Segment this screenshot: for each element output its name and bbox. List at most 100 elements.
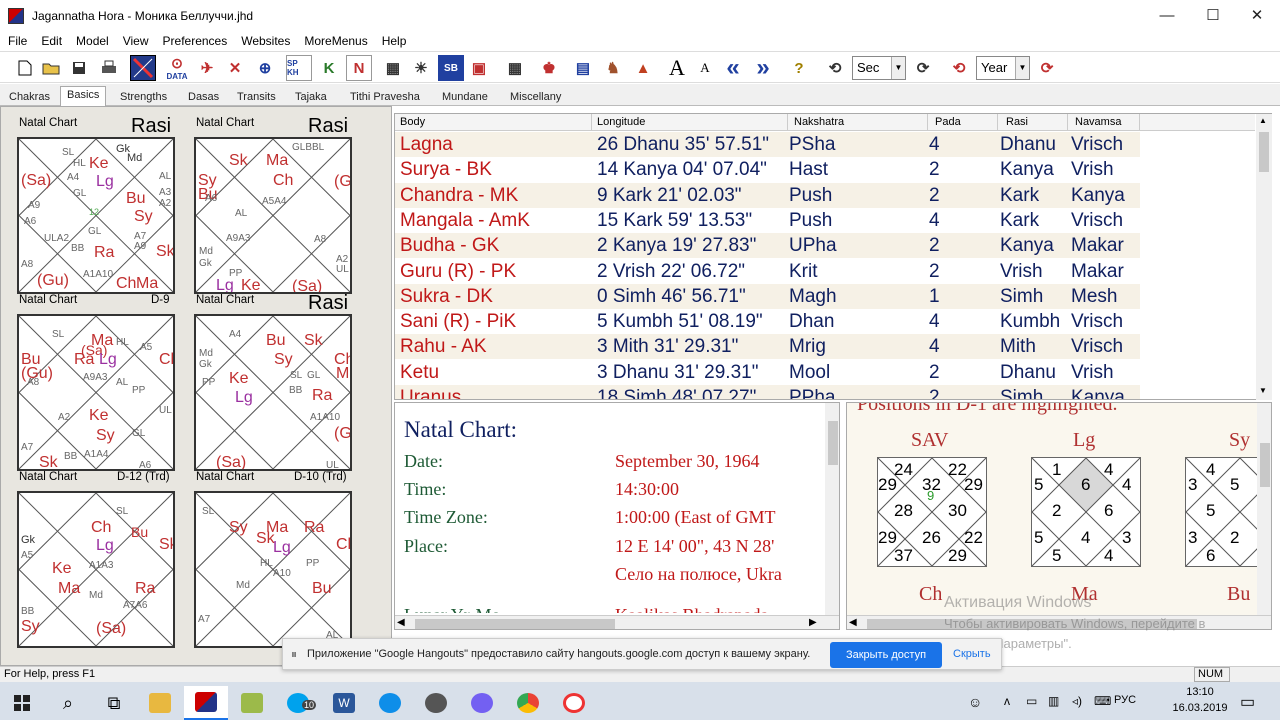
save-icon[interactable] [66, 55, 92, 81]
stop-sharing-button[interactable]: Закрыть доступ [830, 642, 942, 668]
maximize-button[interactable]: ☐ [1190, 0, 1236, 32]
north-indian-chart[interactable]: Ke Lg Gk Md (Sa) SL HL A4 GL AL A3 A2 Bu Sy A9 A6 12 GL A7… [17, 137, 175, 294]
font-decrease-icon[interactable]: A [692, 55, 718, 81]
table-row[interactable]: Sani (R) - PiK 5 Kumbh 51' 08.19" Dhan 4 Kum… [395, 309, 1140, 334]
menu-view[interactable]: View [115, 34, 155, 48]
minimize-button[interactable]: — [1144, 0, 1190, 32]
chart-toggle-icon[interactable] [130, 55, 156, 81]
open-folder-icon[interactable] [38, 55, 64, 81]
tab-tithi-pravesha[interactable]: Tithi Pravesha [344, 89, 426, 106]
table-row[interactable]: Budha - GK 2 Kanya 19' 27.83" UPha 2 Kanya Ma… [395, 233, 1140, 259]
info-vscrollbar[interactable] [825, 403, 839, 615]
col-nakshatra[interactable]: Nakshatra [794, 116, 844, 128]
north-indian-chart[interactable]: SLMa(Sa)LgRaHLA5Bu(Gu)ChA8A9A3ALPPKeSyA2… [17, 314, 175, 471]
tab-tajaka[interactable]: Tajaka [289, 89, 333, 106]
task-view-icon[interactable]: ⧉ [92, 686, 136, 720]
tab-strengths[interactable]: Strengths [114, 89, 173, 106]
tab-transits[interactable]: Transits [231, 89, 282, 106]
tab-dasas[interactable]: Dasas [182, 89, 225, 106]
frame-icon[interactable]: ▣ [466, 55, 492, 81]
north-indian-chart[interactable]: SkMaGLBBLCh(Gu)SyBuALA5A4A6A9A3MdGkPPA8A… [194, 137, 352, 294]
table-row[interactable]: Surya - BK 14 Kanya 04' 07.04" Hast 2 Kanya V… [395, 157, 1140, 182]
col-navamsa[interactable]: Navamsa [1075, 116, 1121, 128]
jhora-taskbar-icon[interactable] [184, 686, 228, 720]
book-icon[interactable]: ▤ [570, 55, 596, 81]
table-row[interactable]: Uranus 18 Simh 48' 07.27" PPha 2 Simh Kanya [395, 385, 1140, 399]
notifications-icon[interactable]: ▭ [1240, 692, 1255, 712]
fire-icon[interactable]: ▲ [630, 55, 656, 81]
people-tray-icon[interactable]: ☺ [968, 694, 982, 710]
volume-icon[interactable]: ◃) [1072, 694, 1082, 708]
font-increase-icon[interactable]: A [664, 55, 690, 81]
table-row[interactable]: Mangala - AmK 15 Kark 59' 13.53" Push 4 Kark… [395, 208, 1140, 233]
file-explorer-icon[interactable] [138, 686, 182, 720]
skype-icon[interactable]: 10 [276, 686, 320, 720]
battery-icon[interactable]: ▭ [1026, 694, 1037, 708]
word-icon[interactable]: W [322, 686, 366, 720]
next-icon[interactable]: » [750, 54, 776, 81]
scroll-down-icon[interactable]: ▼ [1259, 386, 1267, 395]
print-icon[interactable] [96, 55, 122, 81]
time-forward-icon[interactable]: ⟳ [910, 55, 936, 81]
horse-icon[interactable]: ♞ [600, 55, 626, 81]
pause-icon[interactable]: ⏸ [291, 647, 297, 662]
menu-model[interactable]: Model [68, 34, 115, 48]
time-unit-select[interactable]: Sec ▼ [852, 56, 906, 80]
table-scrollbar[interactable]: ▲ ▼ [1256, 114, 1272, 400]
year-forward-icon[interactable]: ⟳ [1034, 55, 1060, 81]
scroll-up-icon[interactable]: ▲ [1259, 116, 1267, 125]
clock-date[interactable]: 16.03.2019 [1172, 702, 1228, 714]
scroll-left-icon[interactable]: ◀ [397, 617, 405, 628]
globe-icon[interactable]: ⊕ [252, 55, 278, 81]
hide-button[interactable]: Скрыть [953, 648, 991, 660]
help-icon[interactable]: ? [786, 55, 812, 81]
table-row[interactable]: Chandra - MK 9 Kark 21' 02.03" Push 2 Kark Ka… [395, 182, 1140, 208]
k-icon[interactable]: K [316, 55, 342, 81]
grid-icon[interactable]: ▦ [380, 55, 406, 81]
tray-expand-icon[interactable]: ᴧ [1004, 694, 1010, 708]
previous-icon[interactable]: « [720, 54, 746, 81]
n-icon[interactable]: N [346, 55, 372, 81]
north-indian-chart[interactable]: A4BuSkSyMdGkChMaKeLgSLGLPPBBRaA1A10(Gu)(… [194, 314, 352, 471]
info-hscrollbar[interactable]: ◀ ▶ [395, 615, 839, 629]
col-rasi[interactable]: Rasi [1006, 116, 1028, 128]
sb-icon[interactable]: SB [438, 55, 464, 81]
north-indian-chart[interactable]: SLChLgBuGkSkA5KeMaA1A3MdRaA7A6BBSy(Sa)A2… [17, 491, 175, 648]
network-icon[interactable]: ▥ [1048, 694, 1059, 708]
chrome-icon[interactable] [506, 686, 550, 720]
menu-file[interactable]: File [0, 34, 33, 48]
north-indian-chart[interactable]: SLSyMaSkRaLgHLChA10PPMdBuA7ALA1(Gu)Ke(Sa… [194, 491, 352, 648]
menu-edit[interactable]: Edit [33, 34, 68, 48]
table-row[interactable]: Ketu 3 Dhanu 31' 29.31" Mool 2 Dhanu Vrish [395, 360, 1140, 385]
scroll-left-icon[interactable]: ◀ [849, 617, 857, 628]
menu-help[interactable]: Help [374, 34, 413, 48]
col-longitude[interactable]: Longitude [597, 116, 645, 128]
table-icon[interactable]: ▦ [502, 55, 528, 81]
tab-chakras[interactable]: Chakras [3, 89, 56, 106]
camera-icon[interactable] [414, 686, 458, 720]
tab-basics[interactable]: Basics [60, 86, 107, 107]
sp-kh-icon[interactable]: SP KH [286, 55, 312, 81]
menu-websites[interactable]: Websites [233, 34, 296, 48]
language-indicator[interactable]: РУС [1114, 694, 1136, 706]
sun-icon[interactable]: ☀ [408, 55, 434, 81]
data-icon[interactable]: ⊙ DATA [164, 55, 190, 81]
people-icon[interactable]: ♚ [536, 55, 562, 81]
time-back-icon[interactable]: ⟲ [822, 55, 848, 81]
cross-icon[interactable]: ✕ [222, 55, 248, 81]
tab-mundane[interactable]: Mundane [436, 89, 494, 106]
tab-miscellany[interactable]: Miscellany [504, 89, 567, 106]
keyboard-icon[interactable]: ⌨ [1094, 694, 1111, 708]
col-pada[interactable]: Pada [935, 116, 961, 128]
table-row[interactable]: Rahu - AK 3 Mith 31' 29.31" Mrig 4 Mith Vrisc… [395, 334, 1140, 360]
year-unit-select[interactable]: Year ▼ [976, 56, 1030, 80]
new-file-icon[interactable] [12, 55, 38, 81]
viber-icon[interactable] [460, 686, 504, 720]
menu-moremenus[interactable]: MoreMenus [296, 34, 373, 48]
col-body[interactable]: Body [400, 116, 425, 128]
sav-vscrollbar[interactable] [1257, 403, 1271, 615]
scroll-right-icon[interactable]: ▶ [809, 617, 817, 628]
table-row[interactable]: Lagna 26 Dhanu 35' 57.51" PSha 4 Dhanu Vrisch [395, 132, 1140, 157]
menu-preferences[interactable]: Preferences [155, 34, 234, 48]
clock-time[interactable]: 13:10 [1172, 686, 1228, 698]
